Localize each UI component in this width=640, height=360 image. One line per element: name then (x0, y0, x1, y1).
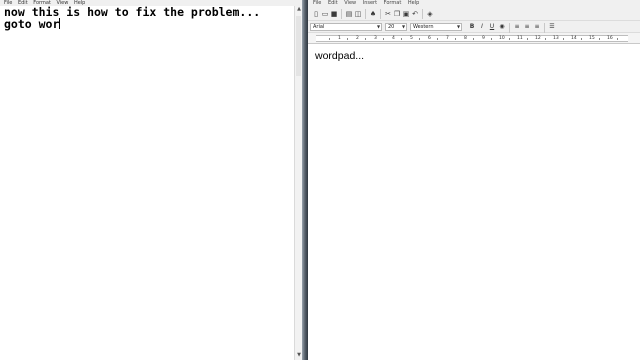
menu-file[interactable]: File (313, 0, 321, 7)
script-dropdown[interactable]: Western ▼ (410, 23, 462, 31)
ruler-tick (473, 38, 474, 40)
undo-icon[interactable]: ↶ (411, 10, 419, 18)
ruler-number: 5 (410, 36, 413, 41)
ruler-tick (329, 38, 330, 40)
save-disk-icon[interactable]: ■ (330, 10, 338, 18)
align-left-icon[interactable]: ≡ (513, 23, 521, 31)
text-caret (59, 18, 61, 29)
ruler-tick (419, 38, 420, 40)
wordpad-document-area[interactable]: wordpad... (308, 44, 640, 360)
paste-icon[interactable]: ▣ (402, 10, 410, 18)
scroll-thumb[interactable] (296, 16, 301, 76)
find-binoculars-icon[interactable]: ♠ (369, 10, 377, 18)
ruler-tick (545, 38, 546, 40)
chevron-down-icon[interactable]: ▼ (401, 24, 406, 30)
ruler-number: 9 (482, 36, 485, 41)
print-preview-icon[interactable]: ◫ (354, 10, 362, 18)
ruler-tick (455, 38, 456, 40)
menu-format[interactable]: Format (384, 0, 402, 7)
toolbar-separator (365, 9, 366, 19)
cut-icon[interactable]: ✂ (384, 10, 392, 18)
copy-icon[interactable]: ❐ (393, 10, 401, 18)
ruler-number: 6 (428, 36, 431, 41)
ruler-number: 2 (356, 36, 359, 41)
ruler-tick (509, 38, 510, 40)
underline-icon[interactable]: U (488, 23, 496, 31)
insert-date-icon[interactable]: ◈ (426, 10, 434, 18)
ruler-number: 10 (499, 36, 505, 41)
new-document-icon[interactable]: ▯ (312, 10, 320, 18)
chevron-down-icon[interactable]: ▼ (376, 24, 381, 30)
ruler-tick (617, 38, 618, 40)
notepad-vertical-scrollbar[interactable]: ▲ ▼ (294, 6, 302, 360)
ruler-tick (365, 38, 366, 40)
ruler-tick (563, 38, 564, 40)
italic-icon[interactable]: I (478, 23, 486, 31)
font-size-dropdown[interactable]: 20 ▼ (385, 23, 407, 31)
ruler-tick (491, 38, 492, 40)
menu-help[interactable]: Help (408, 0, 419, 7)
format-bar: Arial ▼ 20 ▼ Western ▼ B I U ◉ ≡ ≡ ≡ ☰ (308, 21, 640, 33)
wordpad-window: File Edit View Insert Format Help ▯ ▭ ■ … (308, 0, 640, 360)
wordpad-menubar: File Edit View Insert Format Help (308, 0, 640, 7)
ruler-number: 1 (338, 36, 341, 41)
ruler-number: 14 (571, 36, 577, 41)
toolbar-separator (422, 9, 423, 19)
ruler-number: 8 (464, 36, 467, 41)
print-icon[interactable]: ▤ (345, 10, 353, 18)
align-right-icon[interactable]: ≡ (533, 23, 541, 31)
ruler-number: 3 (374, 36, 377, 41)
ruler-tick (437, 38, 438, 40)
font-size-value: 20 (388, 24, 395, 30)
toolbar-separator (509, 23, 510, 33)
ruler-tick (527, 38, 528, 40)
ruler-number: 12 (535, 36, 541, 41)
ruler[interactable]: 1 2 3 4 5 6 7 8 9 10 11 12 13 14 15 16 (308, 33, 640, 44)
ruler-number: 15 (589, 36, 595, 41)
ruler-tick (347, 38, 348, 40)
chevron-down-icon[interactable]: ▼ (456, 24, 461, 30)
standard-toolbar: ▯ ▭ ■ ▤ ◫ ♠ ✂ ❐ ▣ ↶ ◈ (308, 7, 640, 21)
ruler-strip: 1 2 3 4 5 6 7 8 9 10 11 12 13 14 15 16 (316, 35, 628, 42)
notepad-text-area[interactable]: now this is how to fix the problem... go… (4, 6, 284, 346)
toolbar-separator (341, 9, 342, 19)
ruler-number: 13 (553, 36, 559, 41)
toolbar-separator (380, 9, 381, 19)
toolbar-separator (544, 23, 545, 33)
bullets-icon[interactable]: ☰ (548, 23, 556, 31)
font-color-icon[interactable]: ◉ (498, 23, 506, 31)
align-center-icon[interactable]: ≡ (523, 23, 531, 31)
menu-insert[interactable]: Insert (363, 0, 377, 7)
menu-view[interactable]: View (344, 0, 356, 7)
ruler-tick (581, 38, 582, 40)
ruler-number: 4 (392, 36, 395, 41)
notepad-window: File Edit Format View Help now this is h… (0, 0, 302, 360)
bold-icon[interactable]: B (468, 23, 476, 31)
menu-edit[interactable]: Edit (328, 0, 338, 7)
ruler-tick (401, 38, 402, 40)
document-text: wordpad... (315, 50, 365, 62)
font-name-dropdown[interactable]: Arial ▼ (310, 23, 382, 31)
ruler-tick (383, 38, 384, 40)
ruler-tick (599, 38, 600, 40)
ruler-number: 11 (517, 36, 523, 41)
ruler-number: 7 (446, 36, 449, 41)
text-line-2: goto wor (4, 17, 60, 31)
font-name-value: Arial (313, 24, 325, 30)
ruler-number: 16 (607, 36, 613, 41)
script-value: Western (413, 24, 434, 30)
open-folder-icon[interactable]: ▭ (321, 10, 329, 18)
